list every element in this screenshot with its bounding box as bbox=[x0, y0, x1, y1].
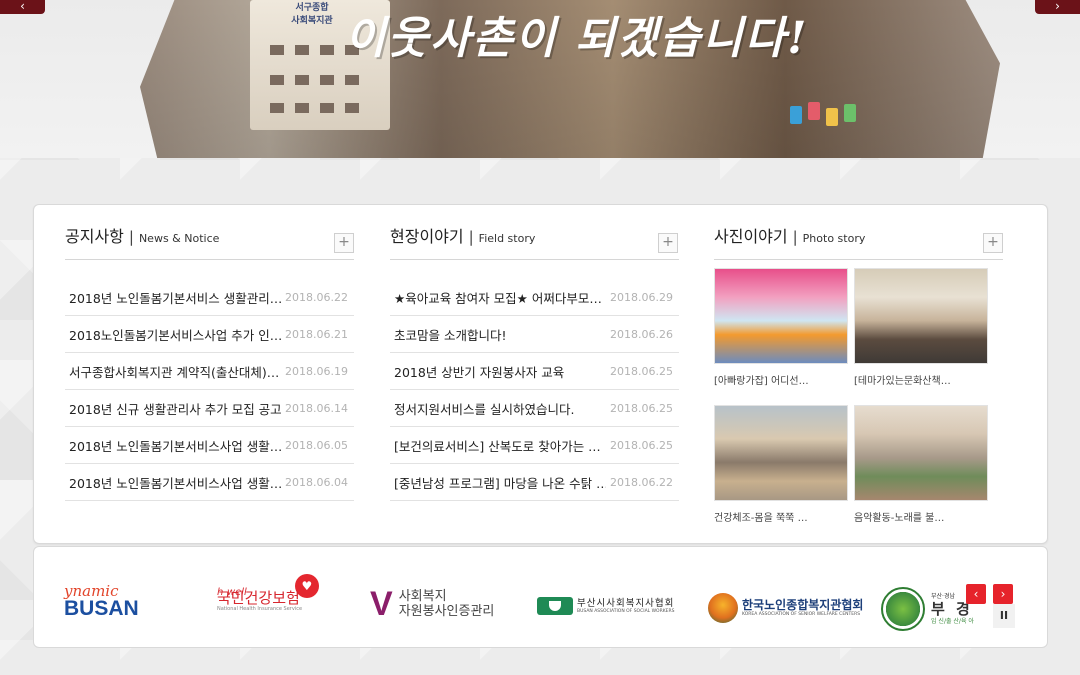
photo-more-button[interactable]: + bbox=[983, 233, 1003, 253]
photo-caption[interactable]: 음악활동-노래를 불… bbox=[854, 509, 988, 524]
photo-card[interactable]: [테마가있는문화산책… bbox=[854, 268, 988, 387]
chevron-right-icon: › bbox=[1000, 587, 1006, 601]
logo-nhis[interactable]: h-well ♥ 국민건강보험 National Health Insuranc… bbox=[217, 573, 319, 612]
notice-list: 2018년 노인돌봄기본서비스 생활관리… 2018.06.22 2018노인돌봄… bbox=[65, 279, 354, 501]
notice-subtitle: News & Notice bbox=[138, 232, 220, 245]
notice-title: 공지사항 bbox=[65, 227, 124, 246]
field-section: 현장이야기 | Field story + ★육아교육 참여자 모집★ 어쩌다부… bbox=[390, 223, 679, 501]
photo-caption[interactable]: [테마가있는문화산책… bbox=[854, 372, 988, 387]
photo-card[interactable]: [아빠랑가잡] 어디선… bbox=[714, 268, 848, 387]
logo-volunteer-certification[interactable]: V 사회복지 자원봉사인증관리 bbox=[370, 585, 494, 623]
list-item[interactable]: 초코맘을 소개합니다! 2018.06.26 bbox=[390, 316, 679, 353]
hero-title: 이웃사촌이 되겠습니다! bbox=[345, 13, 809, 64]
association-emblem-icon bbox=[537, 597, 573, 615]
divider bbox=[714, 259, 1003, 260]
hero-playground bbox=[790, 100, 880, 130]
list-item[interactable]: 2018년 상반기 자원봉사자 교육 2018.06.25 bbox=[390, 353, 679, 390]
photo-caption[interactable]: [아빠랑가잡] 어디선… bbox=[714, 372, 848, 387]
notice-more-button[interactable]: + bbox=[334, 233, 354, 253]
v-mark-icon: V bbox=[370, 585, 393, 623]
list-item[interactable]: 2018년 노인돌봄기본서비스사업 생활… 2018.06.04 bbox=[65, 464, 354, 501]
photo-card[interactable]: 음악활동-노래를 불… bbox=[854, 405, 988, 524]
photo-subtitle: Photo story bbox=[802, 232, 866, 245]
photo-thumbnail[interactable] bbox=[854, 268, 988, 364]
list-item[interactable]: 정서지원서비스를 실시하였습니다. 2018.06.25 bbox=[390, 390, 679, 427]
photo-thumbnail[interactable] bbox=[714, 268, 848, 364]
list-item[interactable]: [보건의료서비스] 산복도로 찾아가는 … 2018.06.25 bbox=[390, 427, 679, 464]
photo-thumbnail[interactable] bbox=[854, 405, 988, 501]
logo-busan-gyeongnam[interactable]: 부산·경남 부 경 임 신/출 산/육 아 bbox=[881, 587, 974, 631]
photo-title: 사진이야기 bbox=[714, 227, 788, 246]
partners-next-button[interactable]: › bbox=[993, 584, 1013, 604]
photo-header: 사진이야기 | Photo story bbox=[714, 223, 1004, 251]
photo-card[interactable]: 건강체조-몸을 쭉쭉 … bbox=[714, 405, 848, 524]
building-sign: 서구종합 사회복지관 bbox=[291, 3, 333, 26]
list-item[interactable]: 서구종합사회복지관 계약직(출산대체)… 2018.06.19 bbox=[65, 353, 354, 390]
field-more-button[interactable]: + bbox=[658, 233, 678, 253]
senior-circle-icon bbox=[708, 593, 738, 623]
partners-prev-button[interactable]: ‹ bbox=[966, 584, 986, 604]
logo-senior-welfare-association[interactable]: 한국노인종합복지관협회 KOREA ASSOCIATION OF SENIOR … bbox=[708, 593, 863, 623]
hero-prev-button[interactable]: ‹ bbox=[0, 0, 45, 14]
tree-emblem-icon bbox=[881, 587, 925, 631]
list-item[interactable]: 2018년 신규 생활관리사 추가 모집 공고 2018.06.14 bbox=[65, 390, 354, 427]
hero-next-button[interactable]: › bbox=[1035, 0, 1080, 14]
list-item[interactable]: [중년남성 프로그램] 마당을 나온 수탉 … 2018.06.22 bbox=[390, 464, 679, 501]
logo-busan-social-workers[interactable]: 부산시사회복지사협회 BUSAN ASSOCIATION OF SOCIAL W… bbox=[537, 597, 674, 615]
divider bbox=[390, 259, 679, 260]
field-header: 현장이야기 | Field story bbox=[390, 223, 679, 251]
photo-section: 사진이야기 | Photo story + [아빠랑가잡] 어디선… [테마가있… bbox=[714, 223, 1004, 524]
photo-caption[interactable]: 건강체조-몸을 쭉쭉 … bbox=[714, 509, 848, 524]
list-item[interactable]: 2018년 노인돌봄기본서비스 생활관리… 2018.06.22 bbox=[65, 279, 354, 316]
field-subtitle: Field story bbox=[478, 232, 536, 245]
field-title: 현장이야기 bbox=[390, 227, 464, 246]
notice-header: 공지사항 | News & Notice bbox=[65, 223, 354, 251]
partners-pause-button[interactable]: II bbox=[993, 604, 1015, 628]
logo-dynamic-busan[interactable]: ynamic BUSAN bbox=[64, 583, 139, 619]
hero-banner: 서구종합 사회복지관 이웃사촌이 되겠습니다! ‹ › bbox=[0, 0, 1080, 158]
field-list: ★육아교육 참여자 모집★ 어쩌다부모… 2018.06.29 초코맘을 소개합니… bbox=[390, 279, 679, 501]
chevron-left-icon: ‹ bbox=[20, 0, 25, 13]
chevron-right-icon: › bbox=[1055, 0, 1060, 13]
chevron-left-icon: ‹ bbox=[973, 587, 979, 601]
list-item[interactable]: 2018년 노인돌봄기본서비스사업 생활… 2018.06.05 bbox=[65, 427, 354, 464]
partner-logos-bar: ynamic BUSAN h-well ♥ 국민건강보험 National He… bbox=[33, 546, 1048, 648]
divider bbox=[65, 259, 354, 260]
photo-thumbnail[interactable] bbox=[714, 405, 848, 501]
list-item[interactable]: 2018노인돌봄기본서비스사업 추가 인… 2018.06.21 bbox=[65, 316, 354, 353]
content-panel: 공지사항 | News & Notice + 2018년 노인돌봄기본서비스 생… bbox=[33, 204, 1048, 544]
list-item[interactable]: ★육아교육 참여자 모집★ 어쩌다부모… 2018.06.29 bbox=[390, 279, 679, 316]
notice-section: 공지사항 | News & Notice + 2018년 노인돌봄기본서비스 생… bbox=[65, 223, 354, 501]
